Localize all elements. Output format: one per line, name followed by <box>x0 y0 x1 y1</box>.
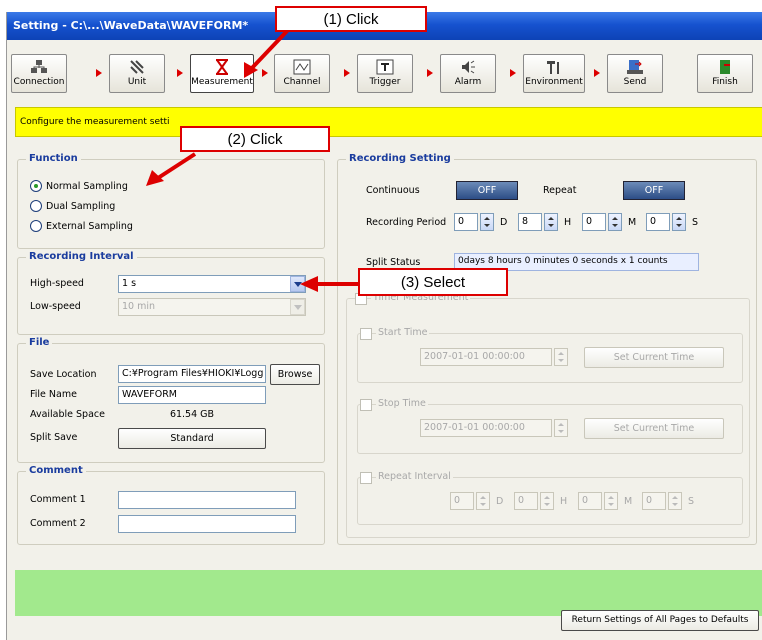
callout-step-2: (2) Click <box>180 126 330 152</box>
arrow-icon <box>300 276 360 292</box>
arrow-icon <box>244 28 290 78</box>
callout-step-1: (1) Click <box>275 6 427 32</box>
callout-arrows <box>146 28 360 292</box>
callout-step-3: (3) Select <box>358 268 508 296</box>
arrow-icon <box>146 152 197 186</box>
